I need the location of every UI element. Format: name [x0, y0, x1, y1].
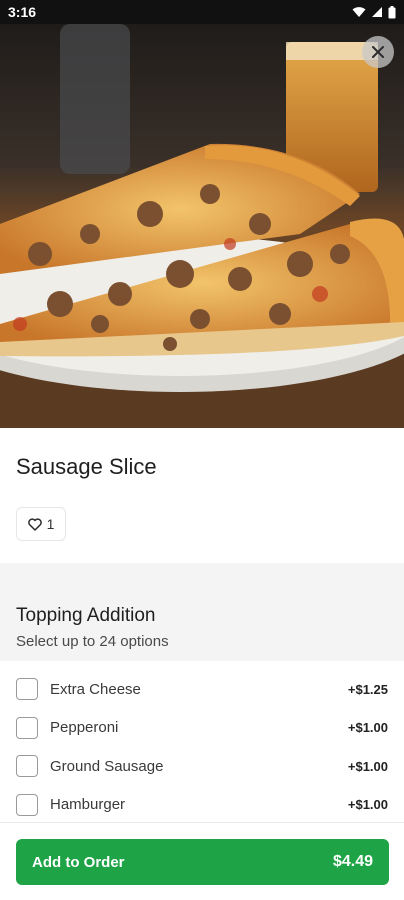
signal-icon: [372, 7, 382, 17]
section-subtitle: Select up to 24 options: [16, 633, 169, 650]
topping-section-header: Topping Addition Select up to 24 options: [0, 563, 404, 661]
option-checkbox[interactable]: [16, 716, 38, 739]
like-button[interactable]: 1: [16, 507, 66, 541]
option-label: Pepperoni: [50, 719, 119, 737]
add-to-order-label: Add to Order: [32, 853, 125, 871]
status-bar: 3:16: [0, 0, 404, 24]
heart-icon: [27, 517, 42, 531]
pizza-photo: [0, 24, 404, 428]
option-price: +$1.00: [347, 720, 388, 736]
status-icons: [352, 5, 396, 19]
battery-icon: [388, 5, 396, 18]
add-to-order-button[interactable]: Add to Order $4.49: [16, 839, 389, 885]
option-row[interactable]: Ground Sausage +$1.00: [0, 747, 404, 786]
option-row[interactable]: Pepperoni +$1.00: [0, 709, 404, 748]
option-row[interactable]: Hamburger +$1.00: [0, 786, 404, 825]
section-title: Topping Addition: [16, 605, 156, 626]
item-photo: [0, 24, 404, 428]
option-price: +$1.00: [347, 797, 388, 813]
option-label: Hamburger: [50, 796, 126, 814]
option-checkbox[interactable]: [16, 793, 38, 816]
status-time: 3:16: [8, 4, 37, 20]
option-price: +$1.00: [347, 758, 388, 774]
option-label: Extra Cheese: [50, 680, 141, 698]
wifi-icon: [352, 7, 366, 17]
close-icon: [372, 46, 384, 58]
option-price: +$1.25: [347, 681, 388, 697]
topping-options-list: Extra Cheese +$1.25 Pepperoni +$1.00 Gro…: [0, 670, 404, 824]
close-button[interactable]: [362, 36, 394, 68]
item-title: Sausage Slice: [16, 454, 157, 479]
option-checkbox[interactable]: [16, 678, 38, 701]
option-checkbox[interactable]: [16, 755, 38, 778]
option-row[interactable]: Extra Cheese +$1.25: [0, 670, 404, 709]
option-label: Ground Sausage: [50, 757, 164, 775]
bottom-bar: Add to Order $4.49: [0, 822, 404, 900]
order-total-price: $4.49: [332, 853, 373, 870]
like-count: 1: [46, 516, 55, 532]
